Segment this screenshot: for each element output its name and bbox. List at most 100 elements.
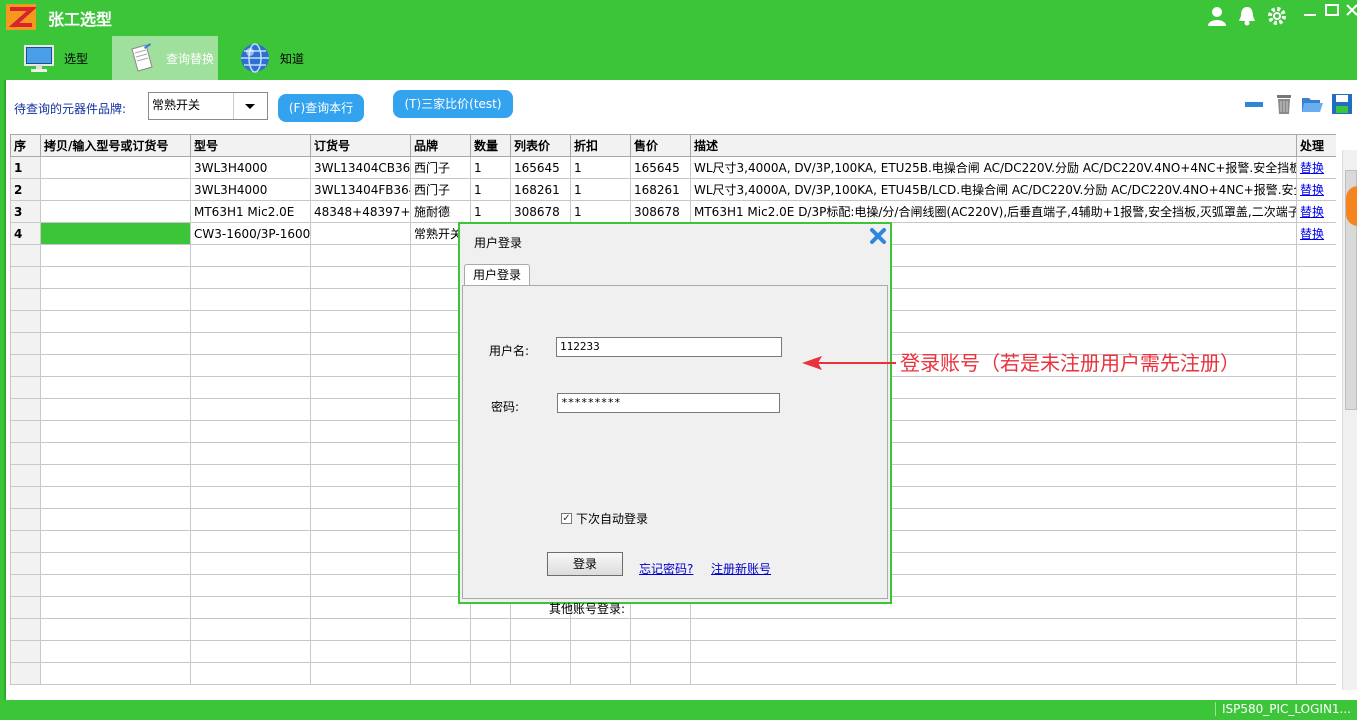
auto-login-checkbox[interactable]: ✓ 下次自动登录 [561,510,648,527]
tab-user-login[interactable]: 用户登录 [464,264,530,286]
empty-cell[interactable] [570,662,631,685]
empty-cell[interactable] [10,574,41,597]
empty-cell[interactable] [1296,486,1336,509]
empty-cell[interactable] [1296,420,1336,443]
empty-cell[interactable] [190,354,311,377]
empty-cell[interactable] [630,662,691,685]
table-row[interactable]: 1 3WL3H4000 3WL13404CB36 西门子 1 165645 1 … [10,156,1336,179]
empty-cell[interactable] [1296,596,1336,619]
empty-cell[interactable] [690,662,1297,685]
empty-cell[interactable] [190,310,311,333]
empty-cell[interactable] [310,486,411,509]
list-price-cell[interactable]: 308678 [510,200,571,223]
empty-cell[interactable] [570,640,631,663]
empty-cell[interactable] [40,464,191,487]
empty-cell[interactable] [40,618,191,641]
empty-cell[interactable] [10,618,41,641]
empty-cell[interactable] [10,508,41,531]
empty-cell[interactable] [10,662,41,685]
minus-icon[interactable] [1242,92,1266,116]
empty-cell[interactable] [10,376,41,399]
empty-cell[interactable] [310,376,411,399]
empty-cell[interactable] [310,310,411,333]
empty-cell[interactable] [310,464,411,487]
empty-cell[interactable] [1296,574,1336,597]
empty-cell[interactable] [190,398,311,421]
qty-cell[interactable]: 1 [470,156,511,179]
empty-cell[interactable] [190,464,311,487]
empty-cell[interactable] [190,288,311,311]
empty-cell[interactable] [410,618,471,641]
price-cell[interactable]: 308678 [630,200,691,223]
empty-cell[interactable] [470,640,511,663]
empty-cell[interactable] [190,266,311,289]
empty-cell[interactable] [190,486,311,509]
empty-cell[interactable] [630,618,691,641]
empty-cell[interactable] [190,640,311,663]
empty-cell[interactable] [310,354,411,377]
empty-cell[interactable] [1296,640,1336,663]
empty-cell[interactable] [40,266,191,289]
empty-cell[interactable] [10,640,41,663]
save-icon[interactable] [1330,92,1354,116]
model-cell[interactable]: 3WL3H4000 [190,178,311,201]
empty-cell[interactable] [10,244,41,267]
price-cell[interactable]: 165645 [630,156,691,179]
empty-cell[interactable] [410,662,471,685]
empty-cell[interactable] [310,662,411,685]
empty-cell[interactable] [40,508,191,531]
empty-cell[interactable] [10,310,41,333]
empty-cell[interactable] [40,486,191,509]
empty-cell[interactable] [1296,244,1336,267]
table-row[interactable]: 2 3WL3H4000 3WL13404FB364 西门子 1 168261 1… [10,178,1336,201]
empty-cell[interactable] [40,420,191,443]
empty-cell[interactable] [190,662,311,685]
empty-cell[interactable] [410,640,471,663]
empty-cell[interactable] [510,640,571,663]
empty-cell[interactable] [310,530,411,553]
tab-selection[interactable]: 选型 [22,36,112,80]
discount-cell[interactable]: 1 [570,200,631,223]
table-row-empty[interactable] [10,618,1336,641]
empty-cell[interactable] [690,618,1297,641]
empty-cell[interactable] [10,486,41,509]
login-button[interactable]: 登录 [547,552,623,576]
order-no-cell[interactable]: 3WL13404FB364 [310,178,411,201]
user-icon[interactable] [1206,5,1228,27]
empty-cell[interactable] [190,574,311,597]
empty-cell[interactable] [190,552,311,575]
qty-cell[interactable]: 1 [470,200,511,223]
empty-cell[interactable] [10,442,41,465]
empty-cell[interactable] [310,288,411,311]
input-cell[interactable] [40,156,191,179]
empty-cell[interactable] [40,244,191,267]
tab-know[interactable]: 知道 [238,36,328,80]
brand-cell[interactable]: 西门子 [410,156,471,179]
input-cell-active[interactable] [40,222,191,245]
brand-cell[interactable]: 施耐德 [410,200,471,223]
empty-cell[interactable] [310,332,411,355]
empty-cell[interactable] [10,332,41,355]
empty-cell[interactable] [190,420,311,443]
order-no-cell[interactable]: 3WL13404CB36 [310,156,411,179]
replace-link[interactable]: 替换 [1300,161,1324,175]
folder-open-icon[interactable] [1300,92,1324,116]
empty-cell[interactable] [40,288,191,311]
empty-cell[interactable] [310,574,411,597]
empty-cell[interactable] [190,530,311,553]
vertical-scrollbar[interactable] [1342,150,1357,690]
close-window-button[interactable] [1342,2,1357,22]
empty-cell[interactable] [310,244,411,267]
bell-icon[interactable] [1236,5,1258,27]
discount-cell[interactable]: 1 [570,156,631,179]
empty-cell[interactable] [510,662,571,685]
empty-cell[interactable] [310,442,411,465]
empty-cell[interactable] [10,420,41,443]
empty-cell[interactable] [40,442,191,465]
empty-cell[interactable] [40,662,191,685]
empty-cell[interactable] [40,332,191,355]
empty-cell[interactable] [190,376,311,399]
empty-cell[interactable] [1296,376,1336,399]
empty-cell[interactable] [310,596,411,619]
empty-cell[interactable] [40,398,191,421]
